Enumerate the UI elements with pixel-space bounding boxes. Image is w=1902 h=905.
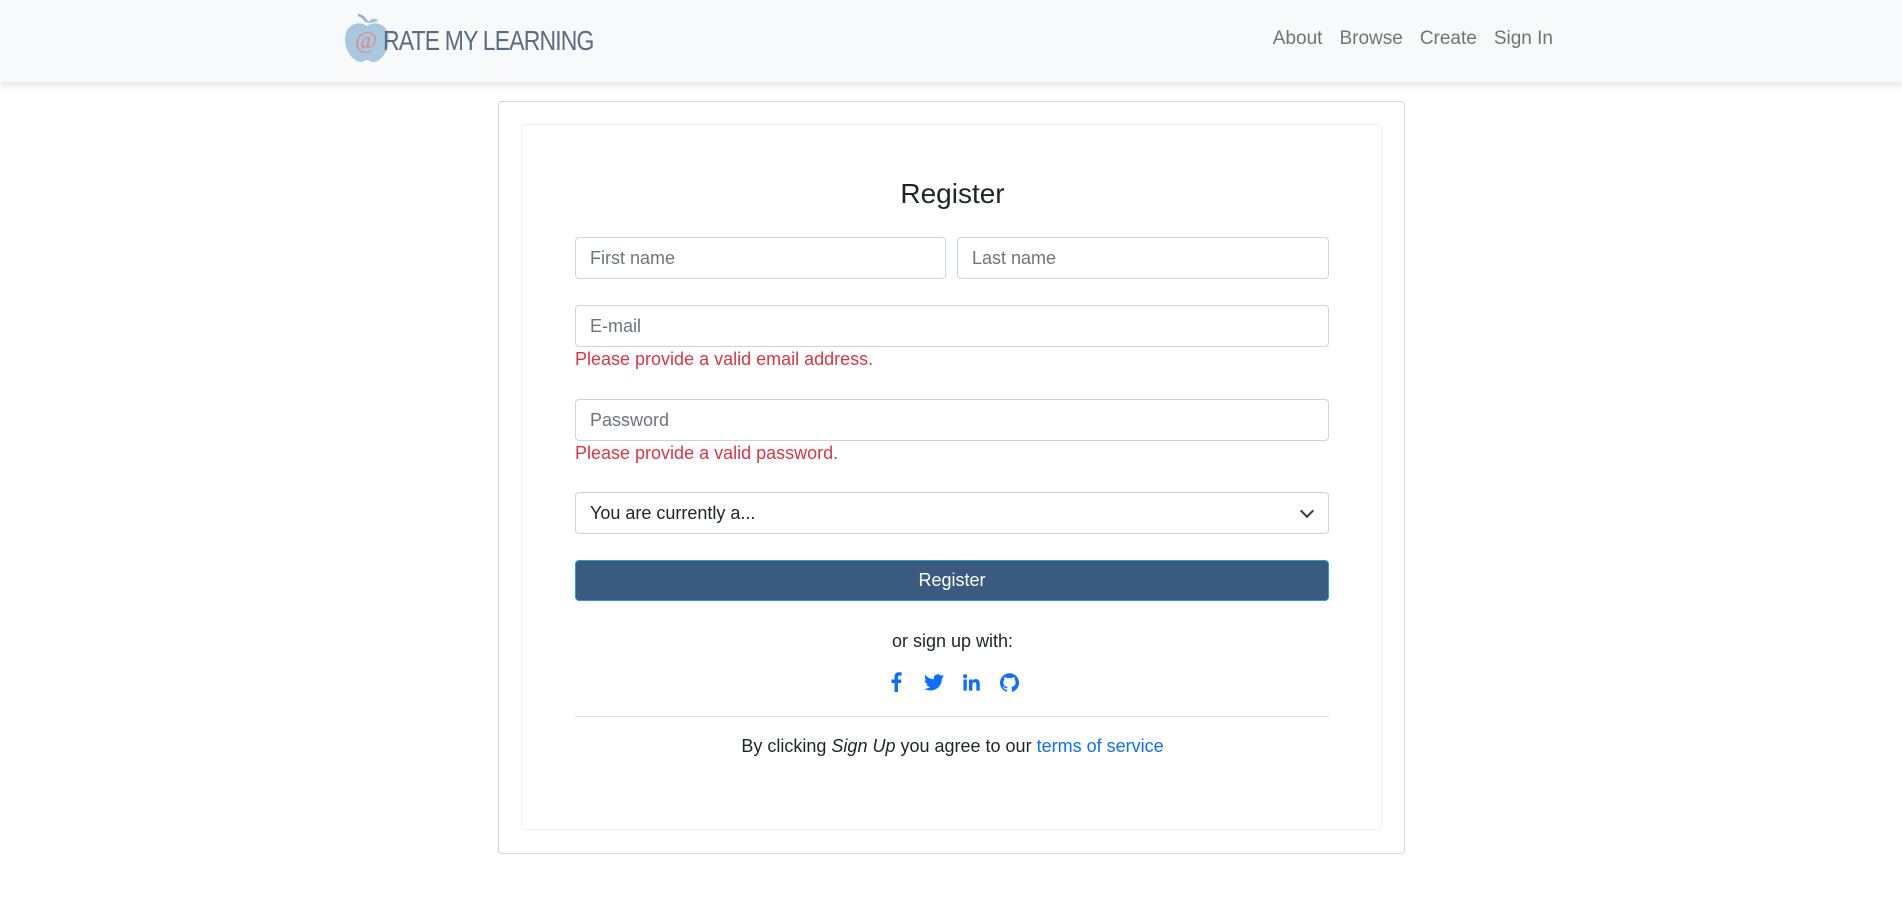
facebook-icon[interactable] xyxy=(885,671,907,693)
terms-middle: you agree to our xyxy=(895,736,1037,756)
terms-prefix: By clicking xyxy=(741,736,832,756)
nav-link-create[interactable]: Create xyxy=(1420,24,1477,54)
nav-links: About Browse Create Sign In xyxy=(1273,24,1553,54)
form-title: Register xyxy=(900,178,1005,209)
linkedin-icon[interactable] xyxy=(961,671,983,693)
brand-logo-link[interactable]: @ RATE MY LEARNING xyxy=(341,10,594,66)
register-form: Register Please provide a valid email ad… xyxy=(521,124,1382,830)
terms-emphasis: Sign Up xyxy=(831,736,896,756)
github-icon[interactable] xyxy=(999,671,1021,693)
role-select[interactable]: You are currently a... xyxy=(575,492,1329,534)
password-input[interactable] xyxy=(575,399,1329,441)
twitter-icon[interactable] xyxy=(923,671,945,693)
register-card: Register Please provide a valid email ad… xyxy=(498,101,1405,854)
navbar: @ RATE MY LEARNING About Browse Create S… xyxy=(0,0,1902,82)
brand-name: RATE MY LEARNING xyxy=(383,25,594,56)
social-prompt: or sign up with: xyxy=(891,631,1014,651)
svg-text:@: @ xyxy=(355,28,377,54)
last-name-input[interactable] xyxy=(957,237,1329,279)
nav-link-about[interactable]: About xyxy=(1273,24,1323,54)
nav-link-sign-in[interactable]: Sign In xyxy=(1494,24,1553,54)
terms-of-service-link[interactable]: terms of service xyxy=(1037,736,1164,756)
first-name-input[interactable] xyxy=(575,237,946,279)
email-input[interactable] xyxy=(575,305,1329,347)
social-signup-icons xyxy=(522,671,1383,693)
terms-notice: By clicking Sign Up you agree to our ter… xyxy=(522,736,1383,757)
password-error-message: Please provide a valid password. xyxy=(575,443,839,463)
chevron-down-icon xyxy=(1299,503,1315,518)
email-error-message: Please provide a valid email address. xyxy=(575,349,874,369)
register-button[interactable]: Register xyxy=(575,560,1329,601)
role-select-value: You are currently a... xyxy=(590,502,756,523)
divider xyxy=(575,716,1329,717)
nav-link-browse[interactable]: Browse xyxy=(1339,24,1402,54)
